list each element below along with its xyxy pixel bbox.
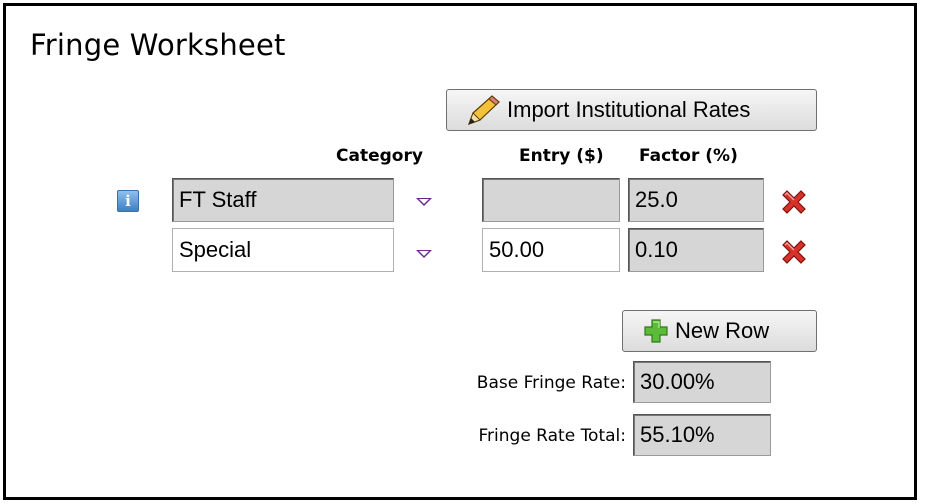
delete-x-icon[interactable] [779,237,809,267]
category-field-row-2[interactable]: Special [172,228,394,272]
new-row-button[interactable]: New Row [622,310,817,352]
column-header-entry: Entry ($) [519,146,604,166]
factor-field-row-1: 25.0 [628,178,764,222]
plus-icon [643,318,669,344]
column-header-factor: Factor (%) [639,146,738,166]
page-title: Fringe Worksheet [30,28,286,62]
base-fringe-rate-value: 30.00% [633,361,771,403]
base-fringe-rate-label: Base Fringe Rate: [476,373,626,393]
entry-field-row-1 [482,178,620,222]
dropdown-arrow-icon[interactable] [416,198,432,206]
new-row-button-label: New Row [675,318,770,343]
category-field-row-1: FT Staff [172,178,394,222]
import-button-label: Import Institutional Rates [507,97,751,122]
delete-x-icon[interactable] [779,187,809,217]
entry-field-row-2[interactable]: 50.00 [482,228,620,272]
import-institutional-rates-button[interactable]: Import Institutional Rates [446,89,817,131]
pencil-icon [465,94,503,126]
fringe-rate-total-value: 55.10% [633,414,771,456]
factor-field-row-2: 0.10 [628,228,764,272]
dropdown-arrow-icon[interactable] [416,250,432,258]
info-icon[interactable]: i [117,190,139,212]
column-header-category: Category [336,146,423,166]
fringe-rate-total-label: Fringe Rate Total: [478,426,627,446]
